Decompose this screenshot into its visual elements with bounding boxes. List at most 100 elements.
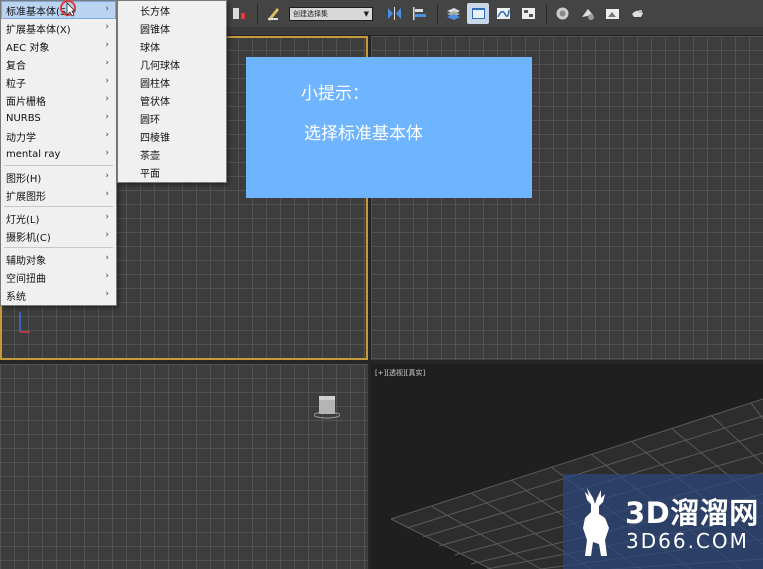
- scene-explorer-icon: [471, 8, 485, 19]
- layer-manager-button[interactable]: [442, 3, 464, 24]
- tip-body: 选择标准基本体: [304, 124, 423, 144]
- menu-item-label: 摄影机(C): [6, 232, 51, 244]
- menu-item-patch-grids[interactable]: 面片栅格 ›: [1, 91, 116, 109]
- submenu-item-box[interactable]: 长方体: [118, 1, 226, 19]
- submenu-arrow-icon: ›: [105, 289, 109, 299]
- menu-item-compound[interactable]: 复合 ›: [1, 55, 116, 73]
- menu-item-extended-primitives[interactable]: 扩展基本体(X) ›: [1, 19, 116, 37]
- submenu-arrow-icon: ›: [105, 94, 109, 104]
- render-production-button[interactable]: [626, 3, 648, 24]
- menu-item-nurbs[interactable]: NURBS ›: [1, 109, 116, 127]
- edit-named-selection-icon: [267, 8, 279, 21]
- menu-item-label: 图形(H): [6, 173, 42, 185]
- watermark-3d66: 3D溜溜网 3D66.COM: [563, 474, 763, 569]
- named-selection-set-dropdown[interactable]: 创建选择集 ▼: [289, 6, 373, 21]
- submenu-item-cone[interactable]: 圆锥体: [118, 19, 226, 37]
- viewport-left[interactable]: [0, 364, 368, 569]
- menu-item-label: 系统: [6, 291, 26, 303]
- menu-item-label: NURBS: [6, 112, 41, 124]
- menu-item-particles[interactable]: 粒子 ›: [1, 73, 116, 91]
- tip-overlay: 小提示： 选择标准基本体: [246, 57, 532, 198]
- submenu-arrow-icon: ›: [105, 212, 109, 222]
- submenu-arrow-icon: ›: [105, 112, 109, 122]
- submenu-arrow-icon: ›: [105, 253, 109, 263]
- menu-item-label: 粒子: [6, 78, 26, 90]
- snap-toggle-icon: [232, 8, 245, 19]
- box-object: [314, 396, 340, 419]
- menu-item-helpers[interactable]: 辅助对象 ›: [1, 250, 116, 268]
- toolbar-separator: [257, 3, 258, 24]
- menu-separator: [4, 206, 113, 207]
- tip-title: 小提示：: [301, 84, 369, 104]
- menu-item-label: 扩展基本体(X): [6, 24, 71, 36]
- menu-separator: [4, 247, 113, 248]
- submenu-arrow-icon: ›: [105, 271, 109, 281]
- material-editor-icon: [556, 7, 568, 20]
- menu-item-label: 空间扭曲: [6, 273, 46, 285]
- mirror-icon: [387, 7, 401, 20]
- submenu-item-pyramid[interactable]: 四棱锥: [118, 127, 226, 145]
- menu-item-shapes[interactable]: 图形(H) ›: [1, 168, 116, 186]
- menu-item-label: 灯光(L): [6, 214, 40, 226]
- watermark-brand: 3D溜溜网: [625, 496, 759, 530]
- menu-item-cameras[interactable]: 摄影机(C) ›: [1, 227, 116, 245]
- mirror-button[interactable]: [383, 3, 405, 24]
- align-icon: [412, 7, 426, 20]
- snap-toggle-button[interactable]: [228, 3, 250, 24]
- render-setup-icon: [581, 9, 594, 20]
- menu-item-standard-primitives[interactable]: 标准基本体(S) ›: [1, 1, 116, 19]
- watermark-url: 3D66.COM: [626, 529, 749, 553]
- schematic-view-button[interactable]: [517, 3, 539, 24]
- menu-item-label: 面片栅格: [6, 96, 46, 108]
- material-editor-button[interactable]: [551, 3, 573, 24]
- viewport-divider-horizontal[interactable]: [0, 360, 763, 364]
- menu-item-systems[interactable]: 系统 ›: [1, 286, 116, 304]
- submenu-arrow-icon: ›: [105, 76, 109, 86]
- viewport-label[interactable]: [+][透视][真实]: [375, 368, 425, 378]
- menu-item-label: 扩展图形: [6, 191, 46, 203]
- edit-named-selection-button[interactable]: [262, 3, 284, 24]
- menu-item-label: AEC 对象: [6, 42, 50, 54]
- chevron-down-icon: ▼: [363, 9, 369, 18]
- submenu-item-plane[interactable]: 平面: [118, 163, 226, 181]
- standard-primitives-submenu: 长方体 圆锥体 球体 几何球体 圆柱体 管状体 圆环 四棱锥 茶壶 平面: [117, 0, 227, 183]
- menu-item-label: 动力学: [6, 132, 36, 144]
- submenu-item-sphere[interactable]: 球体: [118, 37, 226, 55]
- scene-explorer-button[interactable]: [467, 3, 489, 24]
- menu-separator: [4, 165, 113, 166]
- submenu-item-torus[interactable]: 圆环: [118, 109, 226, 127]
- submenu-item-cylinder[interactable]: 圆柱体: [118, 73, 226, 91]
- curve-editor-button[interactable]: [492, 3, 514, 24]
- align-button[interactable]: [408, 3, 430, 24]
- named-selection-set-value: 创建选择集: [293, 9, 328, 18]
- deer-logo-icon: [583, 488, 609, 556]
- menu-item-lights[interactable]: 灯光(L) ›: [1, 209, 116, 227]
- toolbar-separator: [437, 3, 438, 24]
- menu-item-extended-shapes[interactable]: 扩展图形 ›: [1, 186, 116, 204]
- curve-editor-icon: [496, 8, 510, 19]
- menu-item-space-warps[interactable]: 空间扭曲 ›: [1, 268, 116, 286]
- render-setup-button[interactable]: [576, 3, 598, 24]
- create-menu: 标准基本体(S) › 扩展基本体(X) › AEC 对象 › 复合 › 粒子 › 面片栅格…: [0, 0, 117, 306]
- submenu-arrow-icon: ›: [105, 130, 109, 140]
- submenu-item-tube[interactable]: 管状体: [118, 91, 226, 109]
- menu-item-aec-objects[interactable]: AEC 对象 ›: [1, 37, 116, 55]
- submenu-item-teapot[interactable]: 茶壶: [118, 145, 226, 163]
- layer-manager-icon: [446, 8, 460, 20]
- submenu-arrow-icon: ›: [105, 171, 109, 181]
- menu-item-dynamics[interactable]: 动力学 ›: [1, 127, 116, 145]
- submenu-arrow-icon: ›: [105, 4, 109, 14]
- render-icon: [631, 10, 643, 17]
- menu-item-mental-ray[interactable]: mental ray ›: [1, 145, 116, 163]
- schematic-view-icon: [521, 8, 535, 19]
- submenu-arrow-icon: ›: [105, 230, 109, 240]
- submenu-arrow-icon: ›: [105, 58, 109, 68]
- menu-item-label: 复合: [6, 60, 26, 72]
- submenu-arrow-icon: ›: [105, 189, 109, 199]
- submenu-arrow-icon: ›: [105, 22, 109, 32]
- menu-item-label: mental ray: [6, 148, 61, 160]
- submenu-item-geosphere[interactable]: 几何球体: [118, 55, 226, 73]
- mouse-cursor-icon: [60, 0, 76, 17]
- rendered-frame-window-button[interactable]: [601, 3, 623, 24]
- menu-item-label: 辅助对象: [6, 255, 46, 267]
